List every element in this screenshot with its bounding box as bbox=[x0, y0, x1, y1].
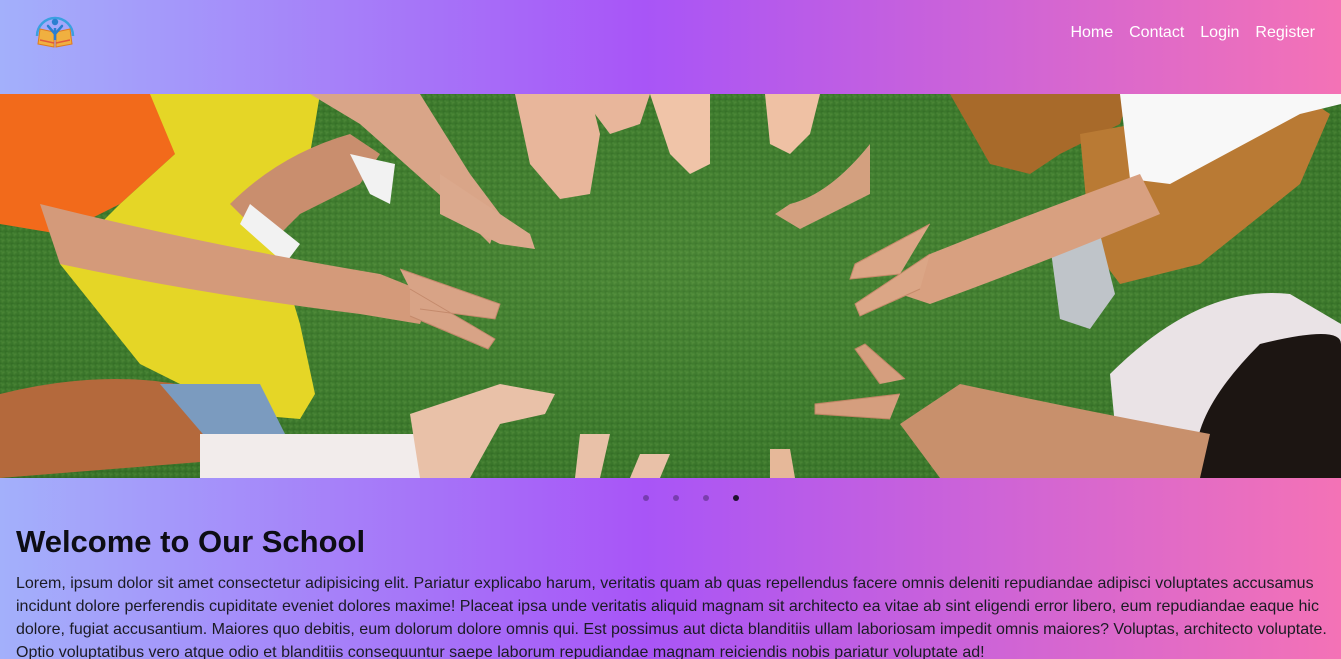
carousel-dot-1[interactable] bbox=[642, 495, 649, 501]
nav-link-home[interactable]: Home bbox=[1070, 24, 1113, 42]
school-book-logo-icon[interactable] bbox=[34, 14, 76, 50]
main-content: Welcome to Our School Lorem, ipsum dolor… bbox=[16, 520, 1332, 659]
page-title: Welcome to Our School bbox=[16, 524, 366, 559]
main-nav: Home Contact Login Register bbox=[1070, 24, 1315, 42]
nav-link-contact[interactable]: Contact bbox=[1129, 24, 1184, 42]
carousel-dot-2[interactable] bbox=[672, 495, 679, 501]
carousel-dot-3[interactable] bbox=[702, 495, 709, 501]
carousel-indicators bbox=[0, 495, 1341, 501]
nav-link-login[interactable]: Login bbox=[1200, 24, 1239, 42]
nav-link-register[interactable]: Register bbox=[1255, 24, 1315, 42]
hero-carousel-image bbox=[0, 94, 1341, 478]
carousel-dot-4[interactable] bbox=[732, 495, 739, 501]
site-header: Home Contact Login Register bbox=[0, 0, 1341, 94]
intro-paragraph: Lorem, ipsum dolor sit amet consectetur … bbox=[16, 575, 1327, 659]
